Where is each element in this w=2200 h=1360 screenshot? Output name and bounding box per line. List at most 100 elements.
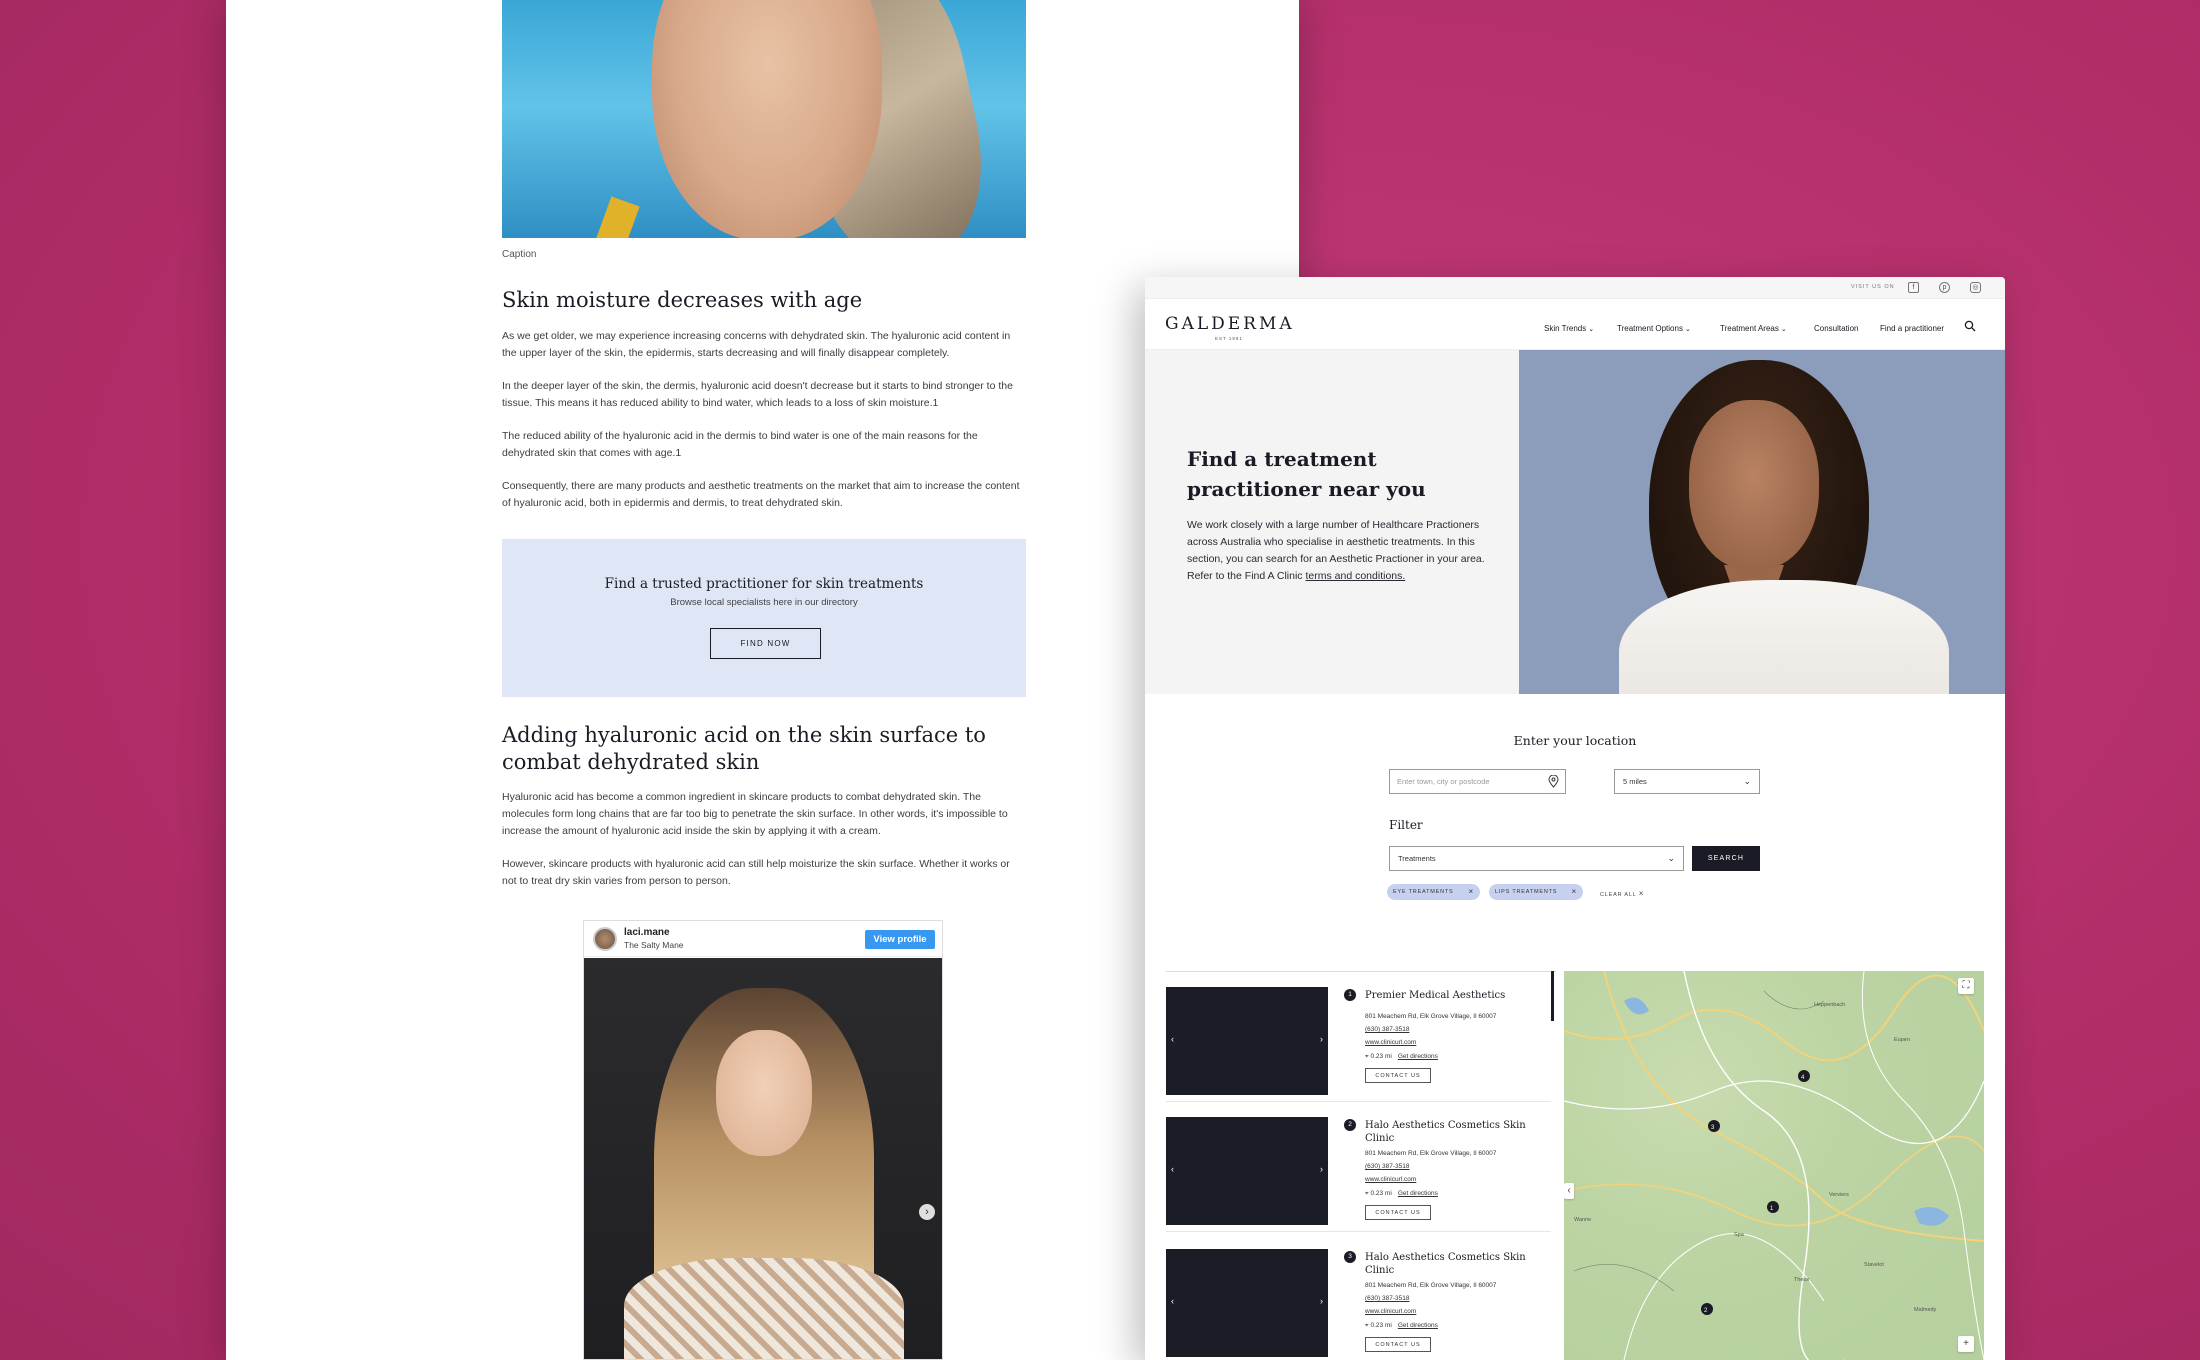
clinic-website[interactable]: www.clinicurl.com: [1365, 1308, 1416, 1315]
instagram-photo[interactable]: ›: [584, 958, 942, 1359]
clinic-website[interactable]: www.clinicurl.com: [1365, 1039, 1416, 1046]
chevron-left-icon[interactable]: ‹: [1171, 1164, 1174, 1174]
nav-find-practitioner[interactable]: Find a practitioner: [1880, 324, 1944, 333]
search-icon[interactable]: [1964, 320, 1976, 332]
svg-text:Theux: Theux: [1794, 1277, 1810, 1283]
image-caption: Caption: [502, 249, 537, 260]
treatments-select[interactable]: Treatments ⌄: [1389, 846, 1684, 871]
search-button[interactable]: SEARCH: [1692, 846, 1760, 871]
hero-text-panel: Find a treatment practitioner near you W…: [1145, 350, 1519, 694]
facebook-icon[interactable]: f: [1908, 282, 1919, 293]
clinic-distance: ⌖ 0.23 mi Get directions: [1365, 1053, 1438, 1060]
instagram-username[interactable]: laci.mane: [624, 927, 670, 938]
instagram-header: laci.mane The Salty Mane View profile: [584, 921, 942, 957]
terms-link[interactable]: terms and conditions.: [1305, 570, 1405, 582]
chevron-right-icon[interactable]: ›: [1320, 1296, 1323, 1306]
chevron-down-icon: ⌄: [1780, 326, 1787, 333]
location-search-input[interactable]: Enter town, city or postcode: [1389, 769, 1566, 794]
clinic-name[interactable]: Halo Aesthetics Cosmetics Skin Clinic: [1365, 1119, 1535, 1145]
contact-us-button[interactable]: CONTACT US: [1365, 1205, 1431, 1220]
article-page: Caption Skin moisture decreases with age…: [226, 0, 1299, 1360]
close-icon[interactable]: ×: [1572, 884, 1577, 900]
location-pin-icon: ⌖: [1365, 1322, 1369, 1329]
chevron-down-icon: ⌄: [1588, 326, 1595, 333]
chevron-left-icon[interactable]: ‹: [1171, 1034, 1174, 1044]
result-number-badge: 2: [1344, 1119, 1356, 1131]
result-number-badge: 3: [1344, 1251, 1356, 1263]
contact-us-button[interactable]: CONTACT US: [1365, 1337, 1431, 1352]
top-utility-bar: VISIT US ON f p ◎: [1145, 277, 2005, 299]
chevron-right-icon[interactable]: ›: [1320, 1164, 1323, 1174]
article-hero-image: [502, 0, 1026, 238]
paragraph: The reduced ability of the hyaluronic ac…: [502, 430, 978, 459]
fullscreen-icon[interactable]: ⛶: [1958, 978, 1974, 994]
nav-treatment-areas[interactable]: Treatment Areas ⌄: [1720, 324, 1787, 333]
zoom-in-button[interactable]: +: [1958, 1336, 1974, 1352]
location-pin-icon[interactable]: [1548, 775, 1559, 788]
svg-text:Heppenbach: Heppenbach: [1814, 1002, 1845, 1008]
instagram-subtitle: The Salty Mane: [624, 940, 684, 950]
pinterest-icon[interactable]: p: [1939, 282, 1950, 293]
paragraph: Consequently, there are many products an…: [502, 480, 1020, 509]
list-item[interactable]: ‹ › 2 Halo Aesthetics Cosmetics Skin Cli…: [1166, 1102, 1551, 1232]
get-directions-link[interactable]: Get directions: [1398, 1322, 1438, 1329]
clinic-phone[interactable]: (630) 387-3518: [1365, 1295, 1409, 1302]
svg-text:Spa: Spa: [1734, 1232, 1745, 1238]
page-title: Find a treatment practitioner near you: [1187, 447, 1426, 501]
clinic-distance: ⌖ 0.23 mi Get directions: [1365, 1190, 1438, 1197]
clinic-address: 801 Meachem Rd, Elk Grove Village, Il 60…: [1365, 1150, 1497, 1157]
clinic-name[interactable]: Halo Aesthetics Cosmetics Skin Clinic: [1365, 1251, 1535, 1277]
clear-all-button[interactable]: CLEAR ALL ×: [1600, 889, 1644, 898]
radius-select[interactable]: 5 miles ⌄: [1614, 769, 1760, 794]
clinic-address: 801 Meachem Rd, Elk Grove Village, Il 60…: [1365, 1013, 1497, 1020]
cta-title: Find a trusted practitioner for skin tre…: [604, 576, 924, 592]
view-profile-button[interactable]: View profile: [865, 930, 935, 949]
get-directions-link[interactable]: Get directions: [1398, 1190, 1438, 1197]
instagram-icon[interactable]: ◎: [1970, 282, 1981, 293]
filter-label: Filter: [1389, 818, 1423, 832]
clinic-website[interactable]: www.clinicurl.com: [1365, 1176, 1416, 1183]
svg-text:Verviers: Verviers: [1829, 1192, 1849, 1198]
chevron-right-icon[interactable]: ›: [919, 1204, 935, 1220]
clinic-image-carousel[interactable]: ‹ ›: [1166, 1249, 1328, 1357]
clinic-map[interactable]: 4 3 1 2 Heppenbach Verviers Stavelot The…: [1564, 971, 1984, 1360]
clinic-name[interactable]: Premier Medical Aesthetics: [1365, 989, 1535, 1002]
clinic-image-carousel[interactable]: ‹ ›: [1166, 987, 1328, 1095]
map-pan-left[interactable]: ‹: [1564, 1183, 1574, 1199]
galderma-logo[interactable]: GALDERMA: [1165, 314, 1295, 334]
main-navigation: GALDERMA EST 1981 Skin Trends ⌄ Treatment…: [1145, 299, 2005, 350]
chevron-down-icon: ⌄: [1684, 326, 1691, 333]
chevron-left-icon[interactable]: ‹: [1171, 1296, 1174, 1306]
find-now-button[interactable]: FIND NOW: [710, 628, 821, 659]
results-scrollbar[interactable]: [1551, 971, 1554, 1021]
nav-consultation[interactable]: Consultation: [1814, 324, 1858, 333]
get-directions-link[interactable]: Get directions: [1398, 1053, 1438, 1060]
avatar[interactable]: [593, 927, 617, 951]
close-icon: ×: [1638, 889, 1645, 898]
section-heading-moisture: Skin moisture decreases with age: [502, 288, 863, 312]
nav-treatment-options[interactable]: Treatment Options ⌄: [1617, 324, 1691, 333]
chevron-right-icon[interactable]: ›: [1320, 1034, 1323, 1044]
list-item[interactable]: ‹ › 1 Premier Medical Aesthetics 801 Mea…: [1166, 972, 1551, 1102]
location-pin-icon: ⌖: [1365, 1190, 1369, 1197]
result-number-badge: 1: [1344, 989, 1356, 1001]
practitioner-cta-box: Find a trusted practitioner for skin tre…: [502, 539, 1026, 697]
list-item[interactable]: ‹ › 3 Halo Aesthetics Cosmetics Skin Cli…: [1166, 1234, 1551, 1360]
filter-tag-lips[interactable]: LIPS TREATMENTS ×: [1489, 884, 1583, 900]
location-pin-icon: ⌖: [1365, 1053, 1369, 1060]
filter-tag-eye[interactable]: EYE TREATMENTS ×: [1387, 884, 1480, 900]
close-icon[interactable]: ×: [1469, 884, 1474, 900]
map-terrain: 4 3 1 2 Heppenbach Verviers Stavelot The…: [1564, 971, 1984, 1360]
visit-us-label: VISIT US ON: [1851, 284, 1895, 290]
paragraph: As we get older, we may experience incre…: [502, 330, 1011, 359]
hero-portrait-image: [1519, 350, 2005, 694]
clinic-address: 801 Meachem Rd, Elk Grove Village, Il 60…: [1365, 1282, 1497, 1289]
clinic-phone[interactable]: (630) 387-3518: [1365, 1026, 1409, 1033]
galderma-site-window: VISIT US ON f p ◎ GALDERMA EST 1981 Skin…: [1145, 277, 2005, 1360]
contact-us-button[interactable]: CONTACT US: [1365, 1068, 1431, 1083]
svg-text:Eupen: Eupen: [1894, 1037, 1910, 1043]
clinic-image-carousel[interactable]: ‹ ›: [1166, 1117, 1328, 1225]
nav-skin-trends[interactable]: Skin Trends ⌄: [1544, 324, 1594, 333]
clinic-phone[interactable]: (630) 387-3518: [1365, 1163, 1409, 1170]
svg-text:Wanne: Wanne: [1574, 1217, 1591, 1223]
